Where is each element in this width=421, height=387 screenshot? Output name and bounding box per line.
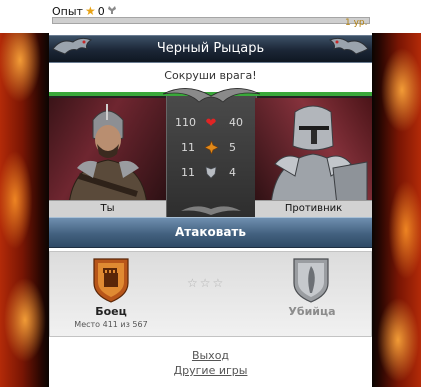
warrior-icon [68,104,148,205]
stat-row-defense: 11 4 [167,166,256,182]
rank-panel: ☆☆☆ Боец Убийца Место 411 из 567 [49,251,372,337]
fist-shield-icon [93,258,129,303]
enemy-name-label: Противник [255,200,372,217]
stat-row-health: 110 ❤ 40 [167,116,256,132]
page-title: Черный Рыцарь [156,41,265,56]
player-rank-name: Боец [95,305,127,318]
ornament-icon [181,206,241,215]
stats-panel: 110 ❤ 40 11 5 11 4 [163,88,260,217]
player-name-label: Ты [49,200,166,217]
rank-stars: ☆☆☆ [187,276,226,290]
player-attack: 11 [181,141,195,154]
attack-button[interactable]: Атаковать [49,217,372,248]
fire-border-right [372,0,421,387]
enemy-defense: 4 [229,166,236,179]
xp-label: Опыт ★ 0 [52,4,117,18]
exit-link[interactable]: Выход [49,349,372,362]
player-health: 110 [175,116,196,129]
enemy-rank-name: Убийца [288,305,336,318]
battle-subtitle: Сокруши врага! [164,69,257,82]
battle-arena: Ты 110 ❤ 40 11 5 11 4 Противник [49,88,372,217]
title-bar: Черный Рыцарь [49,35,372,63]
game-panel: Черный Рыцарь Сокруши врага! Ты 110 ❤ 40… [49,33,372,387]
star-icon: ★ [84,4,96,18]
axe-icon [107,5,117,18]
attack-icon [203,140,219,157]
fire-border-left [0,0,49,387]
xp-value: 0 [97,4,105,18]
xp-progress-bar [52,17,370,24]
other-games-link[interactable]: Другие игры [49,364,372,377]
dragon-ornament-icon [328,37,369,55]
enemy-portrait [255,98,372,205]
stat-row-attack: 11 5 [167,140,256,157]
blade-shield-icon [293,258,329,303]
xp-label-text: Опыт [52,4,83,18]
attack-button-label: Атаковать [175,225,246,239]
player-rank-place: Место 411 из 567 [74,320,148,329]
defense-icon [203,166,219,182]
level-label: 1 ур. [345,18,368,28]
player-defense: 11 [181,166,195,179]
knight-icon [270,105,368,205]
ornament-icon [163,88,260,103]
enemy-health: 40 [229,116,243,129]
heart-icon: ❤ [205,116,217,131]
enemy-attack: 5 [229,141,236,154]
player-portrait [49,98,166,205]
xp-header: Опыт ★ 0 1 ур. [0,0,421,33]
